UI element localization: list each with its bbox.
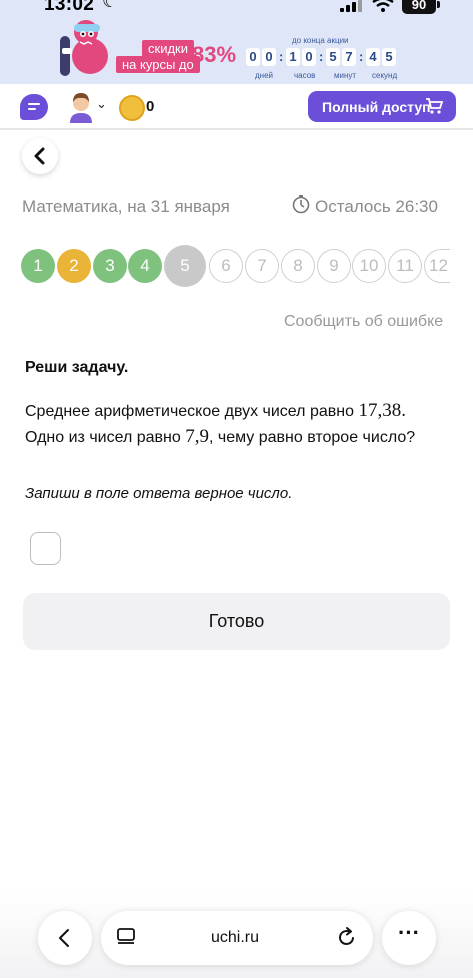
battery-tip [437,1,440,8]
task-punct: . [401,400,406,421]
question-bubble-4[interactable]: 4 [128,249,162,283]
promo-tag-courses: на курсы до [116,56,200,73]
avatar[interactable] [66,91,96,123]
countdown-digit: 0 [302,48,316,66]
more-icon[interactable]: ··· [382,911,436,965]
countdown-colon: : [359,49,364,64]
done-button[interactable]: Готово [23,593,450,650]
cell-signal-icon [340,0,364,12]
coin-icon[interactable] [119,95,145,121]
question-bubble-12[interactable]: 12 [424,249,450,283]
promo-percent: 83% [192,42,237,67]
countdown-unit-hours: часов [294,71,316,80]
countdown-unit-minutes: минут [334,71,357,80]
dino-mascot-icon [60,20,108,76]
chevron-left-icon [34,147,45,165]
battery-icon: 90 [402,0,436,14]
status-time: 13:02 [44,0,95,15]
task-number: 17,38 [358,400,402,421]
lesson-timer: Осталось 26:30 [315,197,438,216]
stopwatch-icon [292,195,310,214]
task-text-line2: Одно из чисел равно 7,9, чему равно втор… [25,426,415,448]
question-bubble-1[interactable]: 1 [21,249,55,283]
back-button[interactable] [22,138,58,174]
browser-back-button[interactable] [38,911,92,965]
task-text: Одно из чисел равно [25,429,186,446]
chevron-left-icon [59,929,69,947]
cart-icon [426,98,443,114]
question-bubble-11[interactable]: 11 [388,249,422,283]
countdown-digit: 4 [366,48,380,66]
question-bubble-8[interactable]: 8 [281,249,315,283]
task-text: Среднее арифметическое двух чисел равно [25,403,359,420]
countdown-digit: 1 [286,48,300,66]
wifi-icon [372,0,394,12]
task-text: , чему равно второе число? [208,429,416,446]
question-bubble-3[interactable]: 3 [93,249,127,283]
question-bubble-10[interactable]: 10 [352,249,386,283]
reload-icon[interactable] [336,926,358,948]
coin-count: 0 [146,98,155,115]
countdown-digit: 7 [342,48,356,66]
countdown-unit-days: дней [255,71,274,80]
question-bubble-7[interactable]: 7 [245,249,279,283]
promo-tag-discounts: скидки [142,40,194,57]
question-bubble-5[interactable]: 5 [164,245,206,287]
lesson-subject: Математика, на 31 января [22,197,230,216]
chevron-down-icon[interactable]: ⌄ [96,96,107,112]
task-title: Реши задачу. [25,359,129,376]
focus-moon-icon: ☾ [102,0,119,11]
task-number: 7,9 [185,426,209,447]
report-error-link[interactable]: Сообщить об ошибке [284,313,443,331]
countdown-digit: 0 [246,48,260,66]
countdown-colon: : [319,49,324,64]
countdown-unit-seconds: секунд [372,71,398,80]
question-bubble-2[interactable]: 2 [57,249,91,283]
status-bar: 13:02 ☾ 90 [0,0,473,20]
task-hint: Запиши в поле ответа верное число. [25,485,293,502]
countdown-digit: 5 [382,48,396,66]
answer-input[interactable] [30,532,61,565]
question-bubble-6[interactable]: 6 [209,249,243,283]
countdown-colon: : [279,49,284,64]
task-text-line1: Среднее арифметическое двух чисел равно … [25,400,406,422]
countdown-digit: 5 [326,48,340,66]
url-text[interactable]: uchi.ru [211,929,259,947]
countdown-digit: 0 [262,48,276,66]
question-bubble-9[interactable]: 9 [317,249,351,283]
chat-icon[interactable] [20,94,48,120]
tabs-icon[interactable] [116,928,136,946]
promo-until-label: до конца акции [292,36,349,45]
